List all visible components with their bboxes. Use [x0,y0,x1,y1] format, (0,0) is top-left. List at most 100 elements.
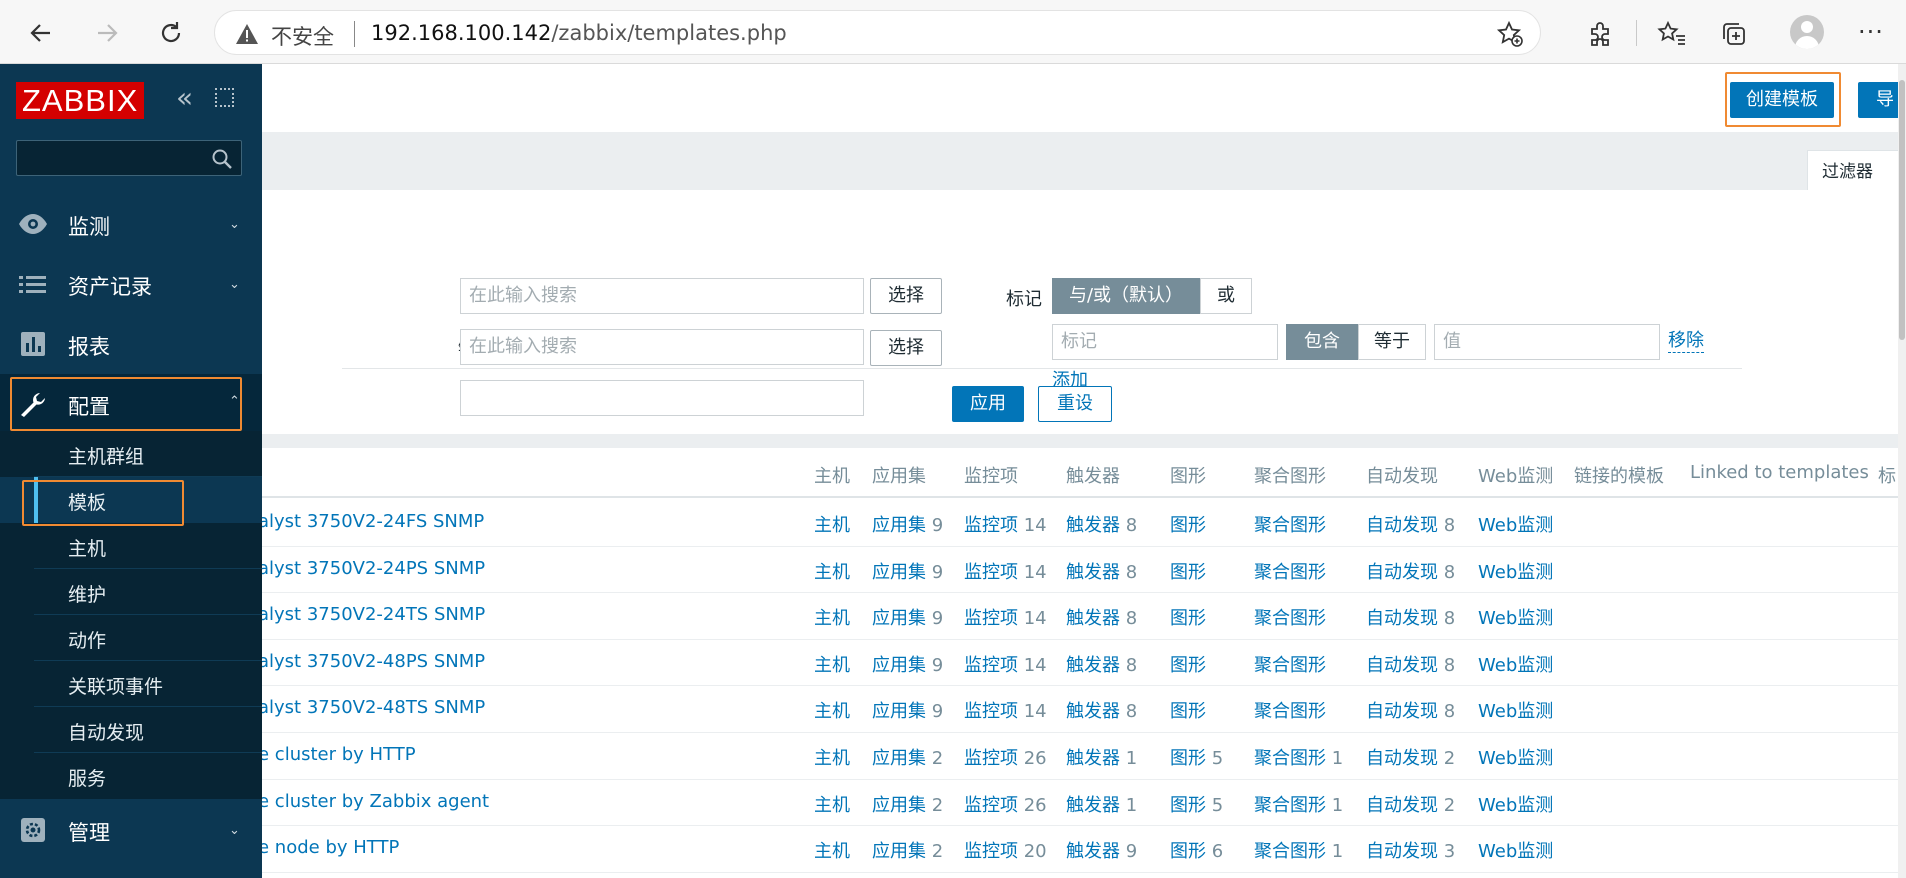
submenu-host-groups[interactable]: 主机群组 [0,431,262,477]
name-input[interactable] [460,380,864,416]
col-hosts[interactable]: 主机 [814,462,850,488]
cell-triggers-link[interactable]: 触发器 [1066,795,1120,816]
menu-inventory[interactable]: 资产记录 ⌄ [0,254,262,314]
cell-discovery-link[interactable]: 自动发现 [1366,608,1438,629]
cell-graphs[interactable]: 图形 5 [1170,791,1223,817]
profile-avatar[interactable] [1790,15,1824,49]
cell-discovery[interactable]: 自动发现 2 [1366,791,1455,817]
cell-graphs[interactable]: 图形 5 [1170,744,1223,770]
cell-applications-link[interactable]: 应用集 [872,748,926,769]
host-groups-input[interactable]: 在此输入搜索 [460,278,864,314]
cell-discovery[interactable]: 自动发现 8 [1366,651,1455,677]
cell-web[interactable]: Web监测 [1478,651,1553,677]
cell-discovery-link[interactable]: 自动发现 [1366,515,1438,536]
cell-items[interactable]: 监控项 14 [964,604,1047,630]
cell-items-link[interactable]: 监控项 [964,748,1018,769]
cell-applications-link[interactable]: 应用集 [872,841,926,862]
cell-applications[interactable]: 应用集 9 [872,558,943,584]
back-button[interactable] [22,14,60,52]
submenu-services[interactable]: 服务 [0,753,262,799]
cell-web[interactable]: Web监测 [1478,558,1553,584]
cell-applications[interactable]: 应用集 9 [872,511,943,537]
cell-items-link[interactable]: 监控项 [964,795,1018,816]
cell-triggers[interactable]: 触发器 8 [1066,604,1137,630]
cell-items-link[interactable]: 监控项 [964,562,1018,583]
template-name-link[interactable]: e cluster by HTTP [262,744,416,765]
cell-triggers[interactable]: 触发器 8 [1066,558,1137,584]
cell-applications-link[interactable]: 应用集 [872,562,926,583]
cell-graphs[interactable]: 图形 6 [1170,837,1223,863]
cell-items-link[interactable]: 监控项 [964,655,1018,676]
cell-discovery-link[interactable]: 自动发现 [1366,841,1438,862]
cell-triggers[interactable]: 触发器 1 [1066,744,1137,770]
col-linked-to-templates[interactable]: Linked to templates [1690,462,1869,483]
cell-graphs[interactable]: 图形 [1170,697,1206,723]
cell-items-link[interactable]: 监控项 [964,701,1018,722]
sidebar-search-input[interactable] [16,140,242,176]
linked-templates-select-button[interactable]: 选择 [870,330,942,366]
cell-screens-link[interactable]: 聚合图形 [1254,701,1326,722]
cell-applications-link[interactable]: 应用集 [872,701,926,722]
search-icon[interactable] [211,148,233,170]
cell-graphs[interactable]: 图形 [1170,511,1206,537]
template-name-link[interactable]: alyst 3750V2-48PS SNMP [262,651,485,672]
cell-discovery[interactable]: 自动发现 8 [1366,604,1455,630]
cell-applications[interactable]: 应用集 2 [872,837,943,863]
cell-hosts[interactable]: 主机 [814,837,850,863]
cell-graphs[interactable]: 图形 [1170,604,1206,630]
reload-button[interactable] [152,14,190,52]
cell-hosts[interactable]: 主机 [814,511,850,537]
template-name-link[interactable]: alyst 3750V2-24PS SNMP [262,558,485,579]
cell-screens[interactable]: 聚合图形 [1254,651,1326,677]
cell-screens[interactable]: 聚合图形 1 [1254,837,1343,863]
col-web[interactable]: Web监测 [1478,462,1553,488]
submenu-maintenance[interactable]: 维护 [0,569,262,615]
cell-screens-link[interactable]: 聚合图形 [1254,841,1326,862]
cell-hosts[interactable]: 主机 [814,558,850,584]
col-triggers[interactable]: 触发器 [1066,462,1120,488]
cell-screens-link[interactable]: 聚合图形 [1254,655,1326,676]
or-toggle[interactable]: 或 [1200,278,1252,314]
col-discovery[interactable]: 自动发现 [1366,462,1438,488]
cell-web[interactable]: Web监测 [1478,604,1553,630]
cell-triggers-link[interactable]: 触发器 [1066,562,1120,583]
forward-button[interactable] [88,14,126,52]
cell-discovery-link[interactable]: 自动发现 [1366,748,1438,769]
add-favorite-icon[interactable] [1496,20,1524,48]
cell-discovery-link[interactable]: 自动发现 [1366,795,1438,816]
cell-graphs[interactable]: 图形 [1170,558,1206,584]
cell-items[interactable]: 监控项 14 [964,697,1047,723]
submenu-discovery[interactable]: 自动发现 [0,707,262,753]
cell-graphs-link[interactable]: 图形 [1170,748,1206,769]
cell-screens-link[interactable]: 聚合图形 [1254,748,1326,769]
cell-screens-link[interactable]: 聚合图形 [1254,608,1326,629]
cell-screens-link[interactable]: 聚合图形 [1254,515,1326,536]
cell-graphs-link[interactable]: 图形 [1170,701,1206,722]
cell-web[interactable]: Web监测 [1478,697,1553,723]
and-or-toggle[interactable]: 与/或（默认） [1052,278,1200,314]
create-template-button[interactable]: 创建模板 [1730,82,1834,118]
cell-applications[interactable]: 应用集 9 [872,697,943,723]
cell-items[interactable]: 监控项 26 [964,791,1047,817]
tag-name-input[interactable]: 标记 [1052,324,1278,360]
remove-tag-link[interactable]: 移除 [1668,330,1704,353]
col-applications[interactable]: 应用集 [872,462,926,488]
cell-graphs[interactable]: 图形 [1170,651,1206,677]
cell-hosts[interactable]: 主机 [814,697,850,723]
address-bar[interactable]: 不安全 192.168.100.142/zabbix/templates.php [214,10,1541,55]
cell-hosts[interactable]: 主机 [814,744,850,770]
cell-graphs-link[interactable]: 图形 [1170,841,1206,862]
cell-items[interactable]: 监控项 14 [964,558,1047,584]
menu-reports[interactable]: 报表 [0,314,262,374]
cell-screens[interactable]: 聚合图形 [1254,511,1326,537]
cell-triggers-link[interactable]: 触发器 [1066,655,1120,676]
cell-items[interactable]: 监控项 14 [964,511,1047,537]
kiosk-mode-icon[interactable] [215,88,234,107]
cell-triggers-link[interactable]: 触发器 [1066,701,1120,722]
cell-items-link[interactable]: 监控项 [964,841,1018,862]
cell-triggers-link[interactable]: 触发器 [1066,841,1120,862]
col-screens[interactable]: 聚合图形 [1254,462,1326,488]
cell-applications[interactable]: 应用集 9 [872,604,943,630]
cell-applications[interactable]: 应用集 9 [872,651,943,677]
cell-screens-link[interactable]: 聚合图形 [1254,795,1326,816]
